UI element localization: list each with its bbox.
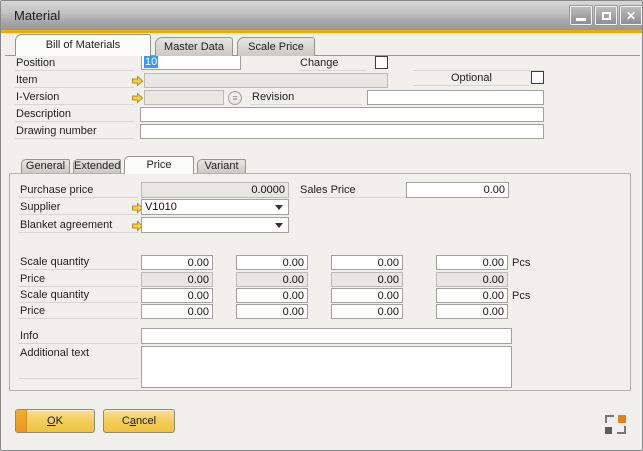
info-label: Info — [19, 330, 138, 344]
unit-label: Pcs — [512, 257, 530, 269]
link-arrow-icon[interactable] — [131, 75, 144, 87]
tab-label: Master Data — [164, 41, 224, 53]
purchase-price-input[interactable] — [141, 182, 289, 198]
iversion-label: I-Version — [15, 91, 134, 105]
iversion-input[interactable] — [144, 90, 224, 105]
purchase-price-label: Purchase price — [19, 184, 138, 198]
link-arrow-icon[interactable] — [131, 92, 144, 104]
scale-qty2-input[interactable] — [331, 288, 403, 303]
position-input[interactable]: 10 — [141, 55, 241, 70]
drawing-number-label: Drawing number — [15, 125, 134, 139]
subtab-label: Variant — [204, 160, 238, 172]
change-checkbox[interactable] — [375, 56, 388, 69]
price-row1-label: Price — [19, 273, 138, 287]
subtab-variant[interactable]: Variant — [197, 159, 246, 173]
spacer-underline — [413, 70, 544, 71]
supplier-value: V1010 — [145, 201, 177, 213]
scale-qty2-input[interactable] — [236, 288, 308, 303]
tab-master-data[interactable]: Master Data — [155, 37, 233, 56]
item-input[interactable] — [144, 73, 388, 88]
revision-label: Revision — [251, 91, 362, 105]
subtab-general[interactable]: General — [21, 159, 70, 173]
accent-gold-line — [1, 30, 642, 33]
position-value-selected: 10 — [144, 56, 158, 68]
price1-input[interactable] — [236, 272, 308, 287]
tab-bill-of-materials[interactable]: Bill of Materials — [15, 34, 151, 56]
ok-label-post: K — [56, 415, 63, 427]
ok-button[interactable]: OK — [15, 409, 95, 433]
scale-qty1-input[interactable] — [236, 255, 308, 270]
expand-corner-topleft — [605, 415, 614, 423]
subtab-extended[interactable]: Extended — [73, 159, 121, 173]
subtab-price[interactable]: Price — [124, 156, 194, 174]
subtab-label: Price — [146, 159, 171, 171]
cancel-label-pre: C — [122, 415, 130, 427]
scale-quantity-label: Scale quantity — [19, 256, 138, 270]
subtab-label: Extended — [74, 160, 120, 172]
additional-text-area[interactable] — [141, 346, 512, 388]
scale-qty1-input[interactable] — [436, 255, 508, 270]
title-bar: Material — [1, 1, 642, 30]
change-label: Change — [299, 57, 366, 71]
ok-label-key: O — [47, 415, 56, 427]
chevron-down-icon — [275, 223, 283, 228]
price2-input[interactable] — [436, 304, 508, 319]
expand-square-orange — [618, 415, 626, 423]
drawing-number-input[interactable] — [140, 124, 544, 139]
window-title: Material — [14, 8, 60, 23]
item-label: Item — [15, 74, 134, 88]
close-button[interactable]: ✕ — [620, 6, 642, 25]
scale-qty2-input[interactable] — [141, 288, 213, 303]
price2-input[interactable] — [236, 304, 308, 319]
price1-input[interactable] — [436, 272, 508, 287]
tab-scale-price[interactable]: Scale Price — [237, 37, 315, 56]
price2-input[interactable] — [331, 304, 403, 319]
additional-text-label: Additional text — [19, 347, 138, 379]
subtab-label: General — [26, 160, 65, 172]
description-input[interactable] — [140, 107, 544, 122]
price2-input[interactable] — [141, 304, 213, 319]
unit-label: Pcs — [512, 290, 530, 302]
choose-from-list-icon[interactable]: ≡ — [228, 91, 242, 105]
position-label: Position — [15, 57, 134, 71]
optional-label: Optional — [413, 72, 529, 86]
supplier-label: Supplier — [19, 201, 138, 215]
close-icon: ✕ — [626, 10, 636, 22]
chevron-down-icon — [275, 205, 283, 210]
expand-corner-bottomright — [617, 426, 626, 434]
scale-quantity2-label: Scale quantity — [19, 289, 138, 303]
blanket-agreement-dropdown[interactable] — [141, 217, 289, 233]
optional-checkbox[interactable] — [531, 71, 544, 84]
tab-label: Scale Price — [248, 41, 304, 53]
tab-label: Bill of Materials — [46, 39, 121, 51]
expand-form-icon[interactable] — [605, 415, 626, 434]
sales-price-label: Sales Price — [299, 184, 406, 198]
cancel-button[interactable]: Cancel — [103, 409, 175, 433]
price1-input[interactable] — [141, 272, 213, 287]
scale-qty1-input[interactable] — [331, 255, 403, 270]
material-dialog: Material ✕ Bill of Materials Master Data… — [0, 0, 643, 451]
revision-input[interactable] — [367, 90, 544, 105]
default-button-stripe — [16, 410, 27, 432]
supplier-dropdown[interactable]: V1010 — [141, 199, 289, 215]
scale-qty1-input[interactable] — [141, 255, 213, 270]
info-input[interactable] — [141, 328, 512, 344]
minimize-icon — [576, 18, 586, 21]
minimize-button[interactable] — [570, 6, 592, 25]
maximize-button[interactable] — [595, 6, 617, 25]
expand-square-gray — [605, 427, 612, 434]
maximize-icon — [602, 12, 611, 20]
price-row2-label: Price — [19, 305, 138, 319]
blanket-agreement-label: Blanket agreement — [19, 219, 138, 233]
price1-input[interactable] — [331, 272, 403, 287]
description-label: Description — [15, 108, 134, 122]
sales-price-input[interactable] — [406, 182, 509, 198]
scale-qty2-input[interactable] — [436, 288, 508, 303]
cancel-label-post: ncel — [136, 415, 156, 427]
